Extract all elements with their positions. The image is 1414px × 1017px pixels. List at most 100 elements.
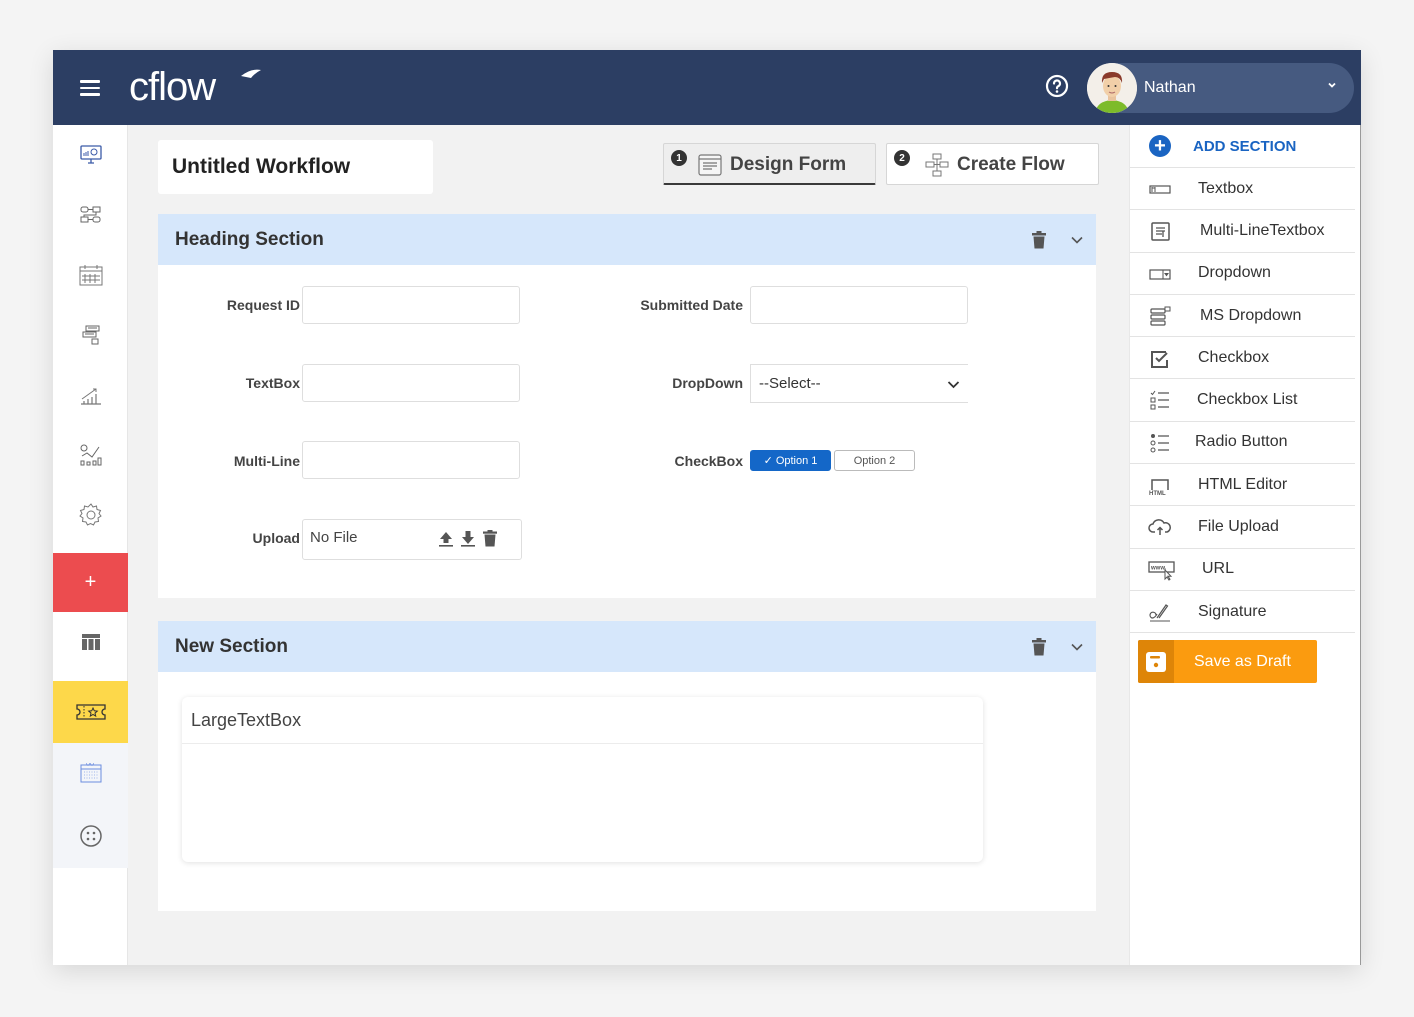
user-menu[interactable]: Nathan: [1087, 63, 1354, 113]
checkbox-option-label: Option 1: [775, 454, 818, 467]
sidebar-item-reports[interactable]: [53, 425, 128, 485]
calendar-icon: [79, 265, 102, 286]
html-editor-icon: HTML: [1149, 479, 1169, 496]
textbox-input[interactable]: [302, 364, 520, 402]
sidebar-item-calendar[interactable]: [53, 245, 128, 305]
flow-diagram-icon: [80, 206, 100, 223]
tab-design-form[interactable]: 1 Design Form: [663, 143, 876, 185]
tool-html-editor[interactable]: HTML HTML Editor: [1130, 464, 1355, 507]
sidebar-item-workflows[interactable]: [53, 185, 128, 245]
tab-create-flow[interactable]: 2 Create Flow: [886, 143, 1099, 185]
sidebar-item-settings[interactable]: [53, 485, 128, 545]
user-avatar: [1087, 63, 1137, 113]
tool-label: Checkbox: [1198, 348, 1270, 366]
multiline-input[interactable]: [302, 441, 520, 479]
chevron-down-icon: [947, 381, 960, 389]
form-icon: [698, 154, 722, 176]
large-textbox[interactable]: LargeTextBox: [182, 697, 983, 862]
textbox-label: TextBox: [245, 375, 300, 391]
save-icon: [1138, 640, 1174, 683]
sidebar-item-tickets[interactable]: [53, 681, 128, 743]
multiline-label: Multi-Line: [233, 453, 300, 469]
large-textbox-label: LargeTextBox: [182, 697, 983, 744]
save-as-draft-button[interactable]: Save as Draft: [1138, 640, 1317, 683]
step-label: Design Form: [730, 154, 847, 175]
checkbox-option-2[interactable]: Option 2: [834, 450, 915, 471]
plus-icon: +: [84, 571, 97, 593]
dropdown-label: DropDown: [672, 375, 743, 391]
sidebar-item-support[interactable]: [53, 803, 128, 868]
section-title: New Section: [175, 635, 288, 657]
upload-filename: No File: [310, 529, 358, 546]
tool-checkbox-list[interactable]: Checkbox List: [1130, 379, 1355, 422]
checkbox-option-label: Option 2: [853, 454, 896, 467]
ticket-star-icon: [75, 704, 106, 720]
submitted-date-input[interactable]: [750, 286, 968, 324]
tool-label: URL: [1202, 560, 1235, 578]
request-id-label: Request ID: [226, 297, 300, 313]
logo-text: cflow: [129, 65, 216, 108]
step-number-badge: 1: [671, 150, 687, 166]
tool-label: MS Dropdown: [1200, 306, 1302, 324]
step-label: Create Flow: [957, 154, 1065, 175]
plus-circle-icon: +: [1149, 135, 1171, 157]
question-circle-icon[interactable]: [1045, 74, 1069, 98]
radio-list-icon: [1150, 433, 1169, 453]
checkbox-list-icon: [1150, 391, 1169, 410]
add-section-label: ADD SECTION: [1193, 137, 1297, 155]
calendar-grid-icon: [80, 763, 101, 783]
sidebar-item-analytics[interactable]: [53, 365, 128, 425]
field-toolbox: + ADD SECTION Textbox Multi-LineTextbox …: [1129, 125, 1361, 965]
heading-section: Heading Section Request ID Submitted Dat…: [158, 214, 1096, 598]
chevron-down-icon[interactable]: [1070, 640, 1084, 654]
sidebar-item-schedule[interactable]: [53, 743, 128, 803]
tool-multiline-textbox[interactable]: Multi-LineTextbox: [1130, 210, 1355, 253]
tool-label: HTML Editor: [1198, 475, 1288, 493]
tool-radio-button[interactable]: Radio Button: [1130, 422, 1355, 465]
checkbox-option-1[interactable]: ✓ Option 1: [750, 450, 831, 471]
trash-icon[interactable]: [1031, 638, 1047, 656]
submitted-date-label: Submitted Date: [640, 297, 743, 313]
request-id-input[interactable]: [302, 286, 520, 324]
growth-chart-icon: [80, 388, 101, 405]
trash-icon[interactable]: [1031, 231, 1047, 249]
download-icon[interactable]: [460, 530, 476, 547]
chevron-down-icon[interactable]: [1070, 233, 1084, 247]
svg-text:HTML: HTML: [1149, 491, 1166, 496]
sidebar-item-dashboard[interactable]: [53, 125, 128, 185]
upload-icon[interactable]: [438, 530, 454, 547]
checkbox-label: CheckBox: [674, 453, 743, 469]
report-chart-icon: [80, 444, 101, 466]
sidebar-item-create[interactable]: +: [53, 553, 128, 612]
tool-checkbox[interactable]: Checkbox: [1130, 337, 1355, 380]
sidebar-item-requests[interactable]: [53, 305, 128, 365]
dropdown-value: --Select--: [759, 375, 821, 392]
tool-label: File Upload: [1198, 518, 1279, 536]
tool-ms-dropdown[interactable]: MS Dropdown: [1130, 295, 1355, 338]
workflow-title-input[interactable]: Untitled Workflow: [158, 140, 433, 194]
section-header[interactable]: Heading Section: [158, 214, 1096, 265]
tool-dropdown[interactable]: Dropdown: [1130, 253, 1355, 295]
add-section-button[interactable]: + ADD SECTION: [1130, 125, 1355, 168]
svg-text:www.: www.: [1150, 565, 1167, 571]
checkbox-icon: [1151, 351, 1168, 369]
url-icon: www.: [1148, 561, 1175, 581]
cflow-logo[interactable]: cflow: [129, 64, 269, 108]
gear-icon: [78, 503, 102, 526]
upload-field: No File: [302, 519, 522, 560]
tool-textbox[interactable]: Textbox: [1130, 168, 1355, 211]
sidebar-item-table[interactable]: [53, 612, 128, 671]
hamburger-icon[interactable]: [80, 80, 100, 96]
tool-signature[interactable]: Signature: [1130, 591, 1355, 634]
tool-label: Signature: [1198, 602, 1267, 620]
flowchart-icon: [925, 153, 949, 177]
section-title: Heading Section: [175, 228, 324, 250]
tool-file-upload[interactable]: File Upload: [1130, 506, 1355, 549]
dropdown-select[interactable]: --Select--: [750, 364, 968, 403]
save-as-draft-label: Save as Draft: [1194, 652, 1291, 670]
monitor-chart-icon: [79, 145, 102, 164]
trash-icon[interactable]: [482, 530, 498, 547]
tool-url[interactable]: www. URL: [1130, 549, 1355, 591]
multiline-textbox-icon: [1151, 222, 1170, 242]
section-header[interactable]: New Section: [158, 621, 1096, 672]
